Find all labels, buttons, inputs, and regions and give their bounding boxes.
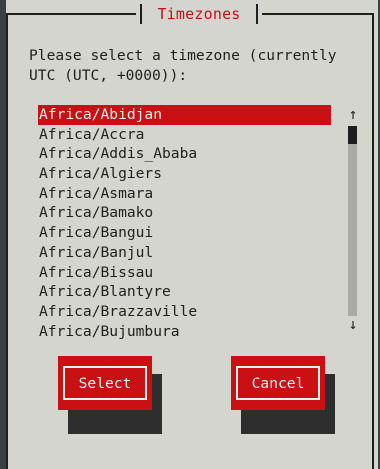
dialog-title: Timezones — [157, 5, 241, 23]
select-button-label: Select — [63, 366, 147, 400]
timezone-list-item[interactable]: Africa/Algiers — [38, 164, 331, 184]
cancel-button[interactable]: Cancel — [231, 356, 325, 410]
timezone-list-item[interactable]: Africa/Addis_Ababa — [38, 144, 331, 164]
timezone-list-item[interactable]: Africa/Blantyre — [38, 282, 331, 302]
scroll-track[interactable] — [348, 126, 357, 316]
timezone-list-item[interactable]: Africa/Accra — [38, 125, 331, 145]
dialog-prompt: Please select a timezone (currently UTC … — [29, 47, 337, 84]
cancel-button-wrap: Cancel — [231, 356, 335, 434]
timezone-list[interactable]: Africa/Abidjan Africa/Accra Africa/Addis_A… — [38, 105, 331, 341]
timezone-list-item[interactable]: Africa/Bissau — [38, 263, 331, 283]
timezone-list-item[interactable]: Africa/Banjul — [38, 243, 331, 263]
timezone-list-item[interactable]: Africa/Bangui — [38, 223, 331, 243]
cancel-button-label: Cancel — [236, 366, 320, 400]
arrow-up-icon[interactable]: ↑ — [345, 106, 361, 122]
arrow-down-icon[interactable]: ↓ — [345, 316, 361, 332]
timezone-list-item[interactable]: Africa/Bamako — [38, 203, 331, 223]
timezone-list-item[interactable]: Africa/Bujumbura — [38, 322, 331, 342]
select-button[interactable]: Select — [58, 356, 152, 410]
scroll-thumb[interactable] — [348, 126, 357, 144]
select-button-wrap: Select — [58, 356, 162, 434]
timezone-dialog: Timezones Please select a timezone (curr… — [6, 0, 378, 469]
timezone-list-item[interactable]: Africa/Asmara — [38, 184, 331, 204]
timezone-list-item[interactable]: Africa/Abidjan — [38, 105, 331, 125]
timezone-list-item[interactable]: Africa/Brazzaville — [38, 302, 331, 322]
dialog-title-box: Timezones — [136, 2, 262, 26]
scrollbar[interactable]: ↑ ↓ — [345, 104, 361, 342]
